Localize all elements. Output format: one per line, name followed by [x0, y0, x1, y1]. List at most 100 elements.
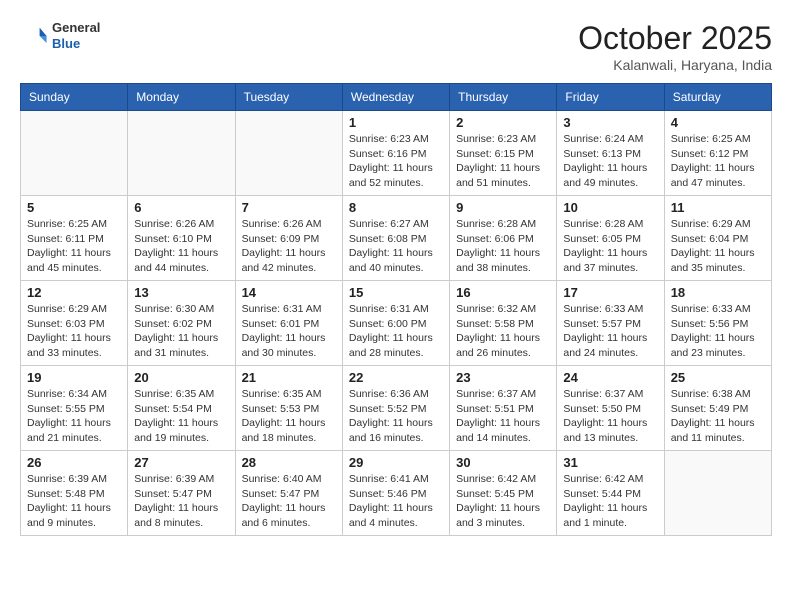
day-info: Sunrise: 6:36 AM Sunset: 5:52 PM Dayligh… — [349, 387, 443, 446]
day-info: Sunrise: 6:29 AM Sunset: 6:04 PM Dayligh… — [671, 217, 765, 276]
day-number: 4 — [671, 115, 765, 130]
day-number: 1 — [349, 115, 443, 130]
calendar-day-cell: 5 Sunrise: 6:25 AM Sunset: 6:11 PM Daylig… — [21, 196, 128, 281]
day-number: 29 — [349, 455, 443, 470]
day-number: 11 — [671, 200, 765, 215]
day-number: 28 — [242, 455, 336, 470]
day-of-week-header: Monday — [128, 84, 235, 111]
day-info: Sunrise: 6:23 AM Sunset: 6:15 PM Dayligh… — [456, 132, 550, 191]
day-info: Sunrise: 6:42 AM Sunset: 5:45 PM Dayligh… — [456, 472, 550, 531]
calendar-day-cell: 26 Sunrise: 6:39 AM Sunset: 5:48 PM Dayli… — [21, 451, 128, 536]
logo: General Blue — [20, 20, 100, 51]
day-of-week-header: Friday — [557, 84, 664, 111]
logo-blue: Blue — [52, 36, 100, 52]
day-info: Sunrise: 6:31 AM Sunset: 6:01 PM Dayligh… — [242, 302, 336, 361]
day-number: 22 — [349, 370, 443, 385]
day-info: Sunrise: 6:33 AM Sunset: 5:56 PM Dayligh… — [671, 302, 765, 361]
day-info: Sunrise: 6:38 AM Sunset: 5:49 PM Dayligh… — [671, 387, 765, 446]
day-info: Sunrise: 6:28 AM Sunset: 6:06 PM Dayligh… — [456, 217, 550, 276]
day-of-week-header: Wednesday — [342, 84, 449, 111]
day-info: Sunrise: 6:41 AM Sunset: 5:46 PM Dayligh… — [349, 472, 443, 531]
day-info: Sunrise: 6:25 AM Sunset: 6:11 PM Dayligh… — [27, 217, 121, 276]
calendar-day-cell: 14 Sunrise: 6:31 AM Sunset: 6:01 PM Dayli… — [235, 281, 342, 366]
day-info: Sunrise: 6:27 AM Sunset: 6:08 PM Dayligh… — [349, 217, 443, 276]
day-number: 3 — [563, 115, 657, 130]
day-number: 19 — [27, 370, 121, 385]
day-number: 9 — [456, 200, 550, 215]
day-number: 21 — [242, 370, 336, 385]
calendar-day-cell: 30 Sunrise: 6:42 AM Sunset: 5:45 PM Dayli… — [450, 451, 557, 536]
calendar-day-cell: 17 Sunrise: 6:33 AM Sunset: 5:57 PM Dayli… — [557, 281, 664, 366]
day-number: 26 — [27, 455, 121, 470]
calendar-week-row: 12 Sunrise: 6:29 AM Sunset: 6:03 PM Dayli… — [21, 281, 772, 366]
day-info: Sunrise: 6:42 AM Sunset: 5:44 PM Dayligh… — [563, 472, 657, 531]
day-info: Sunrise: 6:32 AM Sunset: 5:58 PM Dayligh… — [456, 302, 550, 361]
day-info: Sunrise: 6:33 AM Sunset: 5:57 PM Dayligh… — [563, 302, 657, 361]
day-number: 24 — [563, 370, 657, 385]
day-number: 16 — [456, 285, 550, 300]
calendar-day-cell: 6Sunrise: 6:26 AM Sunset: 6:10 PM Daylig… — [128, 196, 235, 281]
calendar-day-cell: 12 Sunrise: 6:29 AM Sunset: 6:03 PM Dayli… — [21, 281, 128, 366]
calendar-day-cell: 18Sunrise: 6:33 AM Sunset: 5:56 PM Dayli… — [664, 281, 771, 366]
day-number: 30 — [456, 455, 550, 470]
day-number: 15 — [349, 285, 443, 300]
calendar-header-row: SundayMondayTuesdayWednesdayThursdayFrid… — [21, 84, 772, 111]
calendar-week-row: 26 Sunrise: 6:39 AM Sunset: 5:48 PM Dayli… — [21, 451, 772, 536]
calendar-day-cell — [128, 111, 235, 196]
page-header: General Blue October 2025 Kalanwali, Har… — [20, 20, 772, 73]
calendar-day-cell: 16 Sunrise: 6:32 AM Sunset: 5:58 PM Dayli… — [450, 281, 557, 366]
day-of-week-header: Saturday — [664, 84, 771, 111]
day-number: 23 — [456, 370, 550, 385]
calendar-day-cell: 23 Sunrise: 6:37 AM Sunset: 5:51 PM Dayli… — [450, 366, 557, 451]
day-number: 14 — [242, 285, 336, 300]
logo-text: General Blue — [52, 20, 100, 51]
day-of-week-header: Tuesday — [235, 84, 342, 111]
calendar-day-cell: 28 Sunrise: 6:40 AM Sunset: 5:47 PM Dayli… — [235, 451, 342, 536]
day-number: 12 — [27, 285, 121, 300]
calendar-day-cell: 20 Sunrise: 6:35 AM Sunset: 5:54 PM Dayli… — [128, 366, 235, 451]
day-info: Sunrise: 6:35 AM Sunset: 5:54 PM Dayligh… — [134, 387, 228, 446]
day-number: 17 — [563, 285, 657, 300]
calendar-day-cell: 7Sunrise: 6:26 AM Sunset: 6:09 PM Daylig… — [235, 196, 342, 281]
calendar-day-cell: 22 Sunrise: 6:36 AM Sunset: 5:52 PM Dayli… — [342, 366, 449, 451]
calendar-day-cell — [664, 451, 771, 536]
calendar-day-cell: 11 Sunrise: 6:29 AM Sunset: 6:04 PM Dayli… — [664, 196, 771, 281]
day-of-week-header: Sunday — [21, 84, 128, 111]
calendar-day-cell — [21, 111, 128, 196]
day-info: Sunrise: 6:25 AM Sunset: 6:12 PM Dayligh… — [671, 132, 765, 191]
calendar-table: SundayMondayTuesdayWednesdayThursdayFrid… — [20, 83, 772, 536]
day-info: Sunrise: 6:26 AM Sunset: 6:10 PM Dayligh… — [134, 217, 228, 276]
calendar-day-cell: 21 Sunrise: 6:35 AM Sunset: 5:53 PM Dayli… — [235, 366, 342, 451]
day-info: Sunrise: 6:30 AM Sunset: 6:02 PM Dayligh… — [134, 302, 228, 361]
day-info: Sunrise: 6:26 AM Sunset: 6:09 PM Dayligh… — [242, 217, 336, 276]
day-number: 31 — [563, 455, 657, 470]
day-number: 13 — [134, 285, 228, 300]
day-info: Sunrise: 6:35 AM Sunset: 5:53 PM Dayligh… — [242, 387, 336, 446]
calendar-day-cell: 24Sunrise: 6:37 AM Sunset: 5:50 PM Dayli… — [557, 366, 664, 451]
day-number: 5 — [27, 200, 121, 215]
day-info: Sunrise: 6:39 AM Sunset: 5:47 PM Dayligh… — [134, 472, 228, 531]
day-number: 2 — [456, 115, 550, 130]
calendar-day-cell: 4 Sunrise: 6:25 AM Sunset: 6:12 PM Daylig… — [664, 111, 771, 196]
calendar-day-cell — [235, 111, 342, 196]
day-info: Sunrise: 6:29 AM Sunset: 6:03 PM Dayligh… — [27, 302, 121, 361]
calendar-day-cell: 31 Sunrise: 6:42 AM Sunset: 5:44 PM Dayli… — [557, 451, 664, 536]
day-info: Sunrise: 6:40 AM Sunset: 5:47 PM Dayligh… — [242, 472, 336, 531]
calendar-day-cell: 29 Sunrise: 6:41 AM Sunset: 5:46 PM Dayli… — [342, 451, 449, 536]
calendar-day-cell: 3 Sunrise: 6:24 AM Sunset: 6:13 PM Daylig… — [557, 111, 664, 196]
calendar-day-cell: 27Sunrise: 6:39 AM Sunset: 5:47 PM Dayli… — [128, 451, 235, 536]
calendar-day-cell: 1 Sunrise: 6:23 AM Sunset: 6:16 PM Daylig… — [342, 111, 449, 196]
day-info: Sunrise: 6:28 AM Sunset: 6:05 PM Dayligh… — [563, 217, 657, 276]
day-info: Sunrise: 6:37 AM Sunset: 5:51 PM Dayligh… — [456, 387, 550, 446]
day-info: Sunrise: 6:24 AM Sunset: 6:13 PM Dayligh… — [563, 132, 657, 191]
day-number: 8 — [349, 200, 443, 215]
title-block: October 2025 Kalanwali, Haryana, India — [578, 20, 772, 73]
day-info: Sunrise: 6:39 AM Sunset: 5:48 PM Dayligh… — [27, 472, 121, 531]
calendar-day-cell: 25 Sunrise: 6:38 AM Sunset: 5:49 PM Dayli… — [664, 366, 771, 451]
calendar-day-cell: 19Sunrise: 6:34 AM Sunset: 5:55 PM Dayli… — [21, 366, 128, 451]
day-info: Sunrise: 6:23 AM Sunset: 6:16 PM Dayligh… — [349, 132, 443, 191]
day-number: 20 — [134, 370, 228, 385]
calendar-day-cell: 10Sunrise: 6:28 AM Sunset: 6:05 PM Dayli… — [557, 196, 664, 281]
logo-icon — [20, 22, 48, 50]
day-number: 25 — [671, 370, 765, 385]
